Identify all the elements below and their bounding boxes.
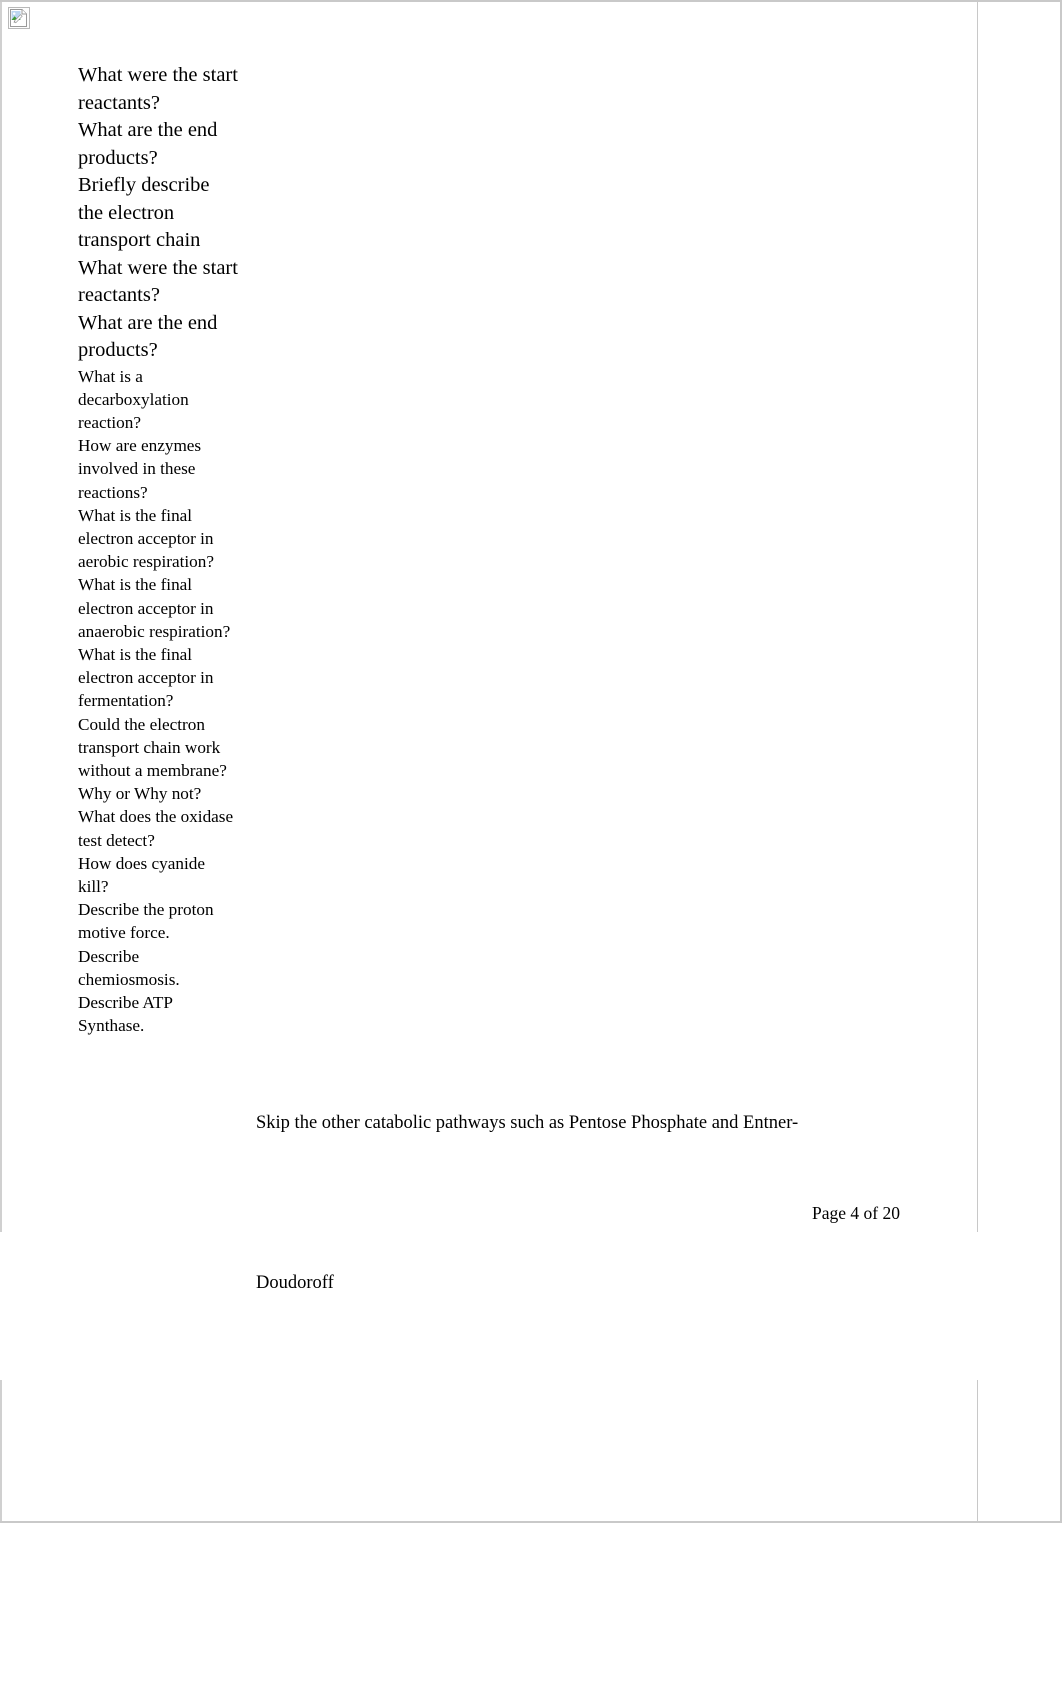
- page-top-rule: [0, 0, 1062, 2]
- page-footer: Page 4 of 20: [812, 1203, 900, 1223]
- page-bottom-rule: [0, 1521, 1062, 1523]
- broken-image-icon: [8, 7, 30, 29]
- body-paragraph: Skip the other catabolic pathways such a…: [256, 1113, 799, 1133]
- question-item: What is the final electron acceptor in a…: [78, 575, 231, 641]
- question-item: What are the end products?: [78, 311, 223, 362]
- question-item: What is the final electron acceptor in f…: [78, 644, 218, 711]
- question-item: What is a decarboxylation reaction?: [78, 366, 194, 432]
- question-list: What were the start reactants? What are …: [78, 62, 238, 1037]
- question-item: Briefly describe the electron transport …: [78, 174, 215, 251]
- question-item: What were the start reactants?: [78, 64, 238, 114]
- question-item: How does cyanide kill?: [78, 853, 210, 896]
- question-item: Could the electron transport chain work …: [78, 714, 231, 804]
- question-item: Describe chemiosmosis.: [78, 946, 180, 989]
- question-item: What does the oxidase test detect?: [78, 807, 238, 850]
- question-item: What were the start reactants?: [78, 256, 238, 307]
- question-item: How are enzymes involved in these reacti…: [78, 436, 206, 502]
- page-sheet-2: [0, 1380, 978, 1522]
- question-item: Describe the proton motive force.: [78, 900, 218, 943]
- question-item: What are the end products?: [78, 119, 223, 169]
- question-item: What is the final electron acceptor in a…: [78, 505, 218, 572]
- body-paragraph-continuation: Doudoroff: [256, 1273, 334, 1293]
- question-item: Describe ATP Synthase.: [78, 992, 177, 1036]
